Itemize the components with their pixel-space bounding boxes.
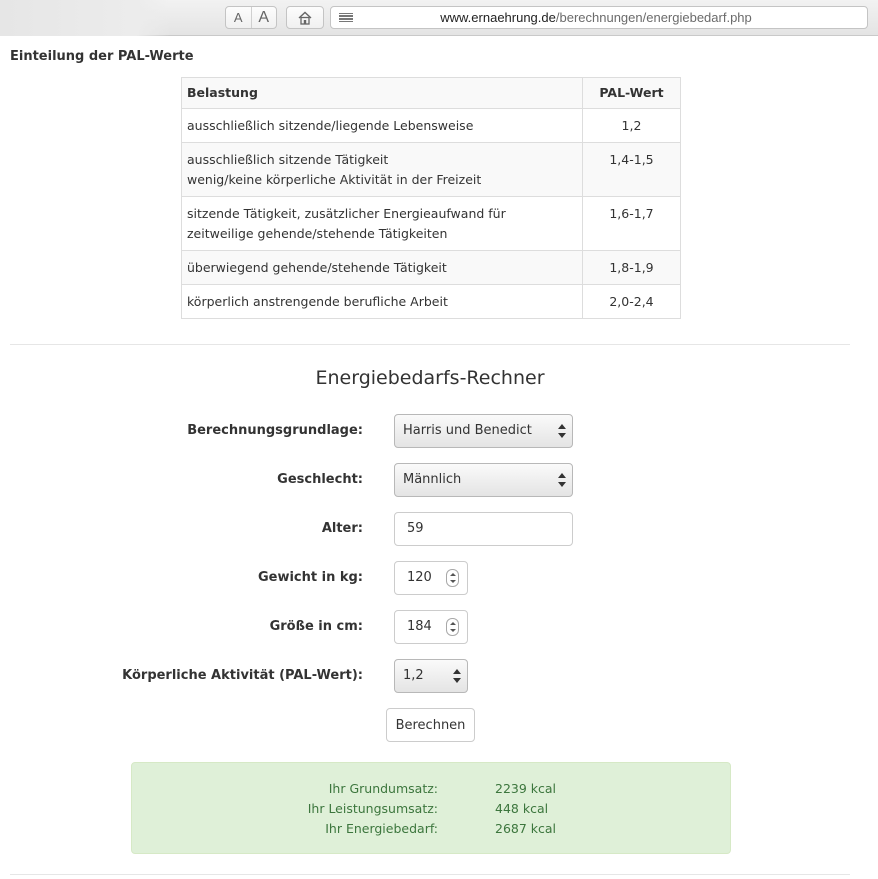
section-divider: [10, 874, 850, 875]
pal-table: Belastung PAL-Wert ausschließlich sitzen…: [181, 77, 681, 319]
select-arrows-icon: [558, 473, 566, 487]
form-row-basis: Berechnungsgrundlage: Harris und Benedic…: [0, 414, 878, 448]
form-row-activity: Körperliche Aktivität (PAL-Wert): 1,2: [0, 659, 878, 693]
form-row-weight: Gewicht in kg: 120: [0, 561, 878, 595]
activity-label: Körperliche Aktivität (PAL-Wert):: [122, 668, 363, 683]
url-domain: www.ernaehrung.de: [440, 10, 556, 25]
age-value: 59: [407, 521, 424, 536]
belastung-line: zeitweilige gehende/stehende Tätigkeiten: [187, 226, 448, 241]
table-row: sitzende Tätigkeit, zusätzlicher Energie…: [181, 196, 681, 251]
grundumsatz-value: 2239 kcal: [495, 781, 557, 796]
pal-section-heading: Einteilung der PAL-Werte: [10, 49, 194, 64]
result-row-leistungsumsatz: Ihr Leistungsumsatz: 448 kcal: [132, 801, 732, 821]
table-row: ausschließlich sitzende Tätigkeit wenig/k…: [181, 142, 681, 197]
address-bar[interactable]: www.ernaehrung.de/berechnungen/energiebe…: [330, 6, 868, 29]
belastung-cell: ausschließlich sitzende Tätigkeit wenig/k…: [181, 142, 583, 197]
belastung-line: überwiegend gehende/stehende Tätigkeit: [187, 260, 447, 275]
number-stepper-icon[interactable]: [446, 618, 459, 636]
grundumsatz-label: Ihr Grundumsatz:: [328, 781, 438, 796]
basis-label: Berechnungsgrundlage:: [187, 423, 363, 438]
table-row: überwiegend gehende/stehende Tätigkeit 1…: [181, 250, 681, 285]
pal-wert-cell: 1,4-1,5: [582, 142, 681, 197]
energiebedarf-label: Ihr Energiebedarf:: [325, 821, 438, 836]
leistungsumsatz-label: Ihr Leistungsumsatz:: [307, 801, 438, 816]
form-row-age: Alter: 59: [0, 512, 878, 546]
table-row: körperlich anstrengende berufliche Arbei…: [181, 284, 681, 319]
pal-wert-cell: 2,0-2,4: [582, 284, 681, 319]
url-path: /berechnungen/energiebedarf.php: [555, 10, 752, 25]
belastung-line: körperlich anstrengende berufliche Arbei…: [187, 294, 448, 309]
belastung-cell: ausschließlich sitzende/liegende Lebensw…: [181, 108, 583, 143]
pal-wert-cell: 1,8-1,9: [582, 250, 681, 285]
select-arrows-icon: [558, 424, 566, 438]
age-label: Alter:: [321, 521, 363, 536]
number-stepper-icon[interactable]: [446, 569, 459, 587]
activity-select[interactable]: 1,2: [394, 659, 468, 693]
age-input[interactable]: 59: [394, 512, 573, 546]
weight-input[interactable]: 120: [394, 561, 468, 595]
gender-selected-value: Männlich: [403, 472, 462, 487]
result-panel: Ihr Grundumsatz: 2239 kcal Ihr Leistungs…: [131, 762, 731, 854]
belastung-line: ausschließlich sitzende Tätigkeit: [187, 152, 389, 167]
toolbar-blurred-area: [0, 0, 170, 36]
gender-label: Geschlecht:: [277, 472, 363, 487]
table-row: ausschließlich sitzende/liegende Lebensw…: [181, 108, 681, 143]
height-value: 184: [407, 619, 432, 634]
leistungsumsatz-value: 448 kcal: [495, 801, 549, 816]
result-row-grundumsatz: Ihr Grundumsatz: 2239 kcal: [132, 781, 732, 801]
home-button[interactable]: [286, 6, 324, 29]
activity-selected-value: 1,2: [403, 668, 424, 683]
result-row-energiebedarf: Ihr Energiebedarf: 2687 kcal: [132, 821, 732, 841]
calculator-title: Energiebedarfs-Rechner: [315, 367, 545, 389]
basis-selected-value: Harris und Benedict: [403, 423, 532, 438]
energiebedarf-value: 2687 kcal: [495, 821, 557, 836]
height-input[interactable]: 184: [394, 610, 468, 644]
pal-wert-cell: 1,6-1,7: [582, 196, 681, 251]
column-header-pal-wert: PAL-Wert: [582, 77, 681, 109]
url-text[interactable]: www.ernaehrung.de/berechnungen/energiebe…: [353, 10, 867, 25]
select-arrows-icon: [453, 669, 461, 683]
weight-value: 120: [407, 570, 432, 585]
basis-select[interactable]: Harris und Benedict: [394, 414, 573, 448]
form-row-gender: Geschlecht: Männlich: [0, 463, 878, 497]
font-size-buttons: A A: [225, 6, 277, 29]
section-divider: [10, 344, 850, 345]
height-label: Größe in cm:: [269, 619, 363, 634]
column-header-belastung: Belastung: [181, 77, 583, 109]
belastung-line: sitzende Tätigkeit, zusätzlicher Energie…: [187, 206, 506, 221]
browser-toolbar: A A www.ernaehrung.de/berechnungen/energ…: [0, 0, 878, 36]
belastung-line: wenig/keine körperliche Aktivität in der…: [187, 172, 482, 187]
form-row-height: Größe in cm: 184: [0, 610, 878, 644]
calculate-button[interactable]: Berechnen: [386, 708, 475, 742]
belastung-cell: sitzende Tätigkeit, zusätzlicher Energie…: [181, 196, 583, 251]
belastung-cell: überwiegend gehende/stehende Tätigkeit: [181, 250, 583, 285]
weight-label: Gewicht in kg:: [257, 570, 363, 585]
belastung-cell: körperlich anstrengende berufliche Arbei…: [181, 284, 583, 319]
belastung-line: ausschließlich sitzende/liegende Lebensw…: [187, 118, 474, 133]
increase-font-button[interactable]: A: [252, 7, 277, 28]
pal-wert-cell: 1,2: [582, 108, 681, 143]
reader-icon[interactable]: [339, 12, 353, 23]
decrease-font-button[interactable]: A: [226, 7, 252, 28]
gender-select[interactable]: Männlich: [394, 463, 573, 497]
home-icon: [298, 11, 312, 25]
